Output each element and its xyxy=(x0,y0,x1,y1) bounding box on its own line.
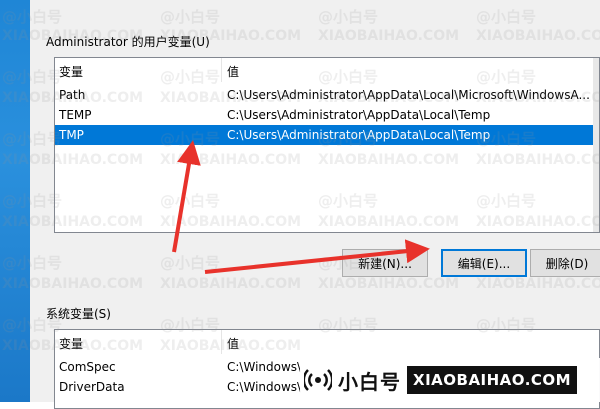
system-vars-header: 变量 值 xyxy=(55,330,599,354)
desktop-background xyxy=(0,0,30,402)
var-value: C:\Users\Administrator\AppData\Local\Tem… xyxy=(227,128,491,142)
system-vars-group-label: 系统变量(S) xyxy=(46,307,111,321)
var-name: TMP xyxy=(59,128,84,142)
var-name: ComSpec xyxy=(59,360,116,374)
sound-wave-icon xyxy=(302,366,334,394)
column-header-value[interactable]: 值 xyxy=(227,335,239,352)
column-header-variable[interactable]: 变量 xyxy=(59,335,83,352)
user-vars-scrollbar[interactable] xyxy=(593,58,599,232)
var-value: C:\Users\Administrator\AppData\Local\Mic… xyxy=(227,88,590,102)
brand-name-cn: 小白号 xyxy=(338,369,401,394)
var-value: C:\Users\Administrator\AppData\Local\Tem… xyxy=(227,108,491,122)
column-divider[interactable] xyxy=(221,58,222,82)
brand-name-en: XIAOBAIHAO.COM xyxy=(407,366,578,394)
brand-logo: 小白号 XIAOBAIHAO.COM xyxy=(300,358,600,402)
user-vars-group-label: Administrator 的用户变量(U) xyxy=(46,35,210,49)
user-var-row-path[interactable]: Path C:\Users\Administrator\AppData\Loca… xyxy=(55,85,599,105)
environment-variables-dialog: Administrator 的用户变量(U) 变量 值 Path C:\User… xyxy=(30,0,600,409)
column-divider[interactable] xyxy=(221,330,222,354)
user-var-row-tmp[interactable]: TMP C:\Users\Administrator\AppData\Local… xyxy=(55,125,599,145)
user-var-row-temp[interactable]: TEMP C:\Users\Administrator\AppData\Loca… xyxy=(55,105,599,125)
new-button[interactable]: 新建(N)... xyxy=(342,249,428,277)
user-vars-header: 变量 值 xyxy=(55,58,599,82)
delete-button[interactable]: 删除(D) xyxy=(530,249,600,277)
var-name: Path xyxy=(59,88,86,102)
user-vars-listbox[interactable]: 变量 值 Path C:\Users\Administrator\AppData… xyxy=(54,57,600,233)
column-header-variable[interactable]: 变量 xyxy=(59,63,83,80)
var-value: C:\Windows\ xyxy=(227,360,302,374)
var-name: TEMP xyxy=(59,108,92,122)
var-value: C:\Windows\ xyxy=(227,380,302,394)
column-header-value[interactable]: 值 xyxy=(227,63,239,80)
edit-button[interactable]: 编辑(E)... xyxy=(441,249,527,277)
var-name: DriverData xyxy=(59,380,125,394)
